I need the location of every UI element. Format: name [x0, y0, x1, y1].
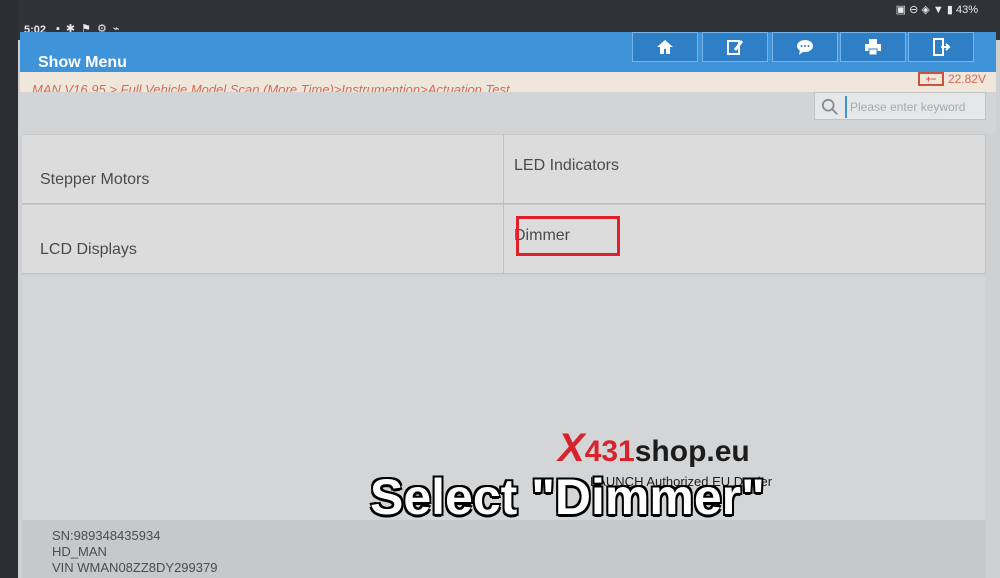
- page-title: Show Menu: [38, 54, 127, 71]
- print-button[interactable]: [840, 32, 906, 62]
- menu-item-lcd-displays[interactable]: LCD Displays: [22, 204, 504, 274]
- menu-item-label: LED Indicators: [514, 157, 619, 174]
- tablet-screen: 5:02 ▪✱⚑⚙⌁ ▣ ⊖ ◈ ▼ ▮ 43% Show Menu MAN V…: [18, 0, 1000, 578]
- highlight-box: [516, 216, 620, 256]
- vin-number: VIN WMAN08ZZ8DY299379: [52, 560, 218, 575]
- watermark-x: X: [558, 426, 585, 470]
- search-icon[interactable]: [821, 98, 839, 116]
- edit-button[interactable]: [702, 32, 768, 62]
- edit-icon: [727, 40, 743, 55]
- menu-item-led-indicators[interactable]: LED Indicators: [504, 134, 986, 204]
- watermark-logo: X 431 shop.eu: [558, 426, 750, 471]
- search-input[interactable]: [845, 96, 981, 118]
- signal-icon: ▣ ⊖ ◈ ▼ ▮: [895, 4, 953, 16]
- watermark-num: 431: [584, 435, 635, 468]
- vehicle-model: HD_MAN: [52, 544, 107, 559]
- exit-icon: [933, 38, 951, 56]
- battery-level: 43%: [955, 4, 978, 16]
- message-button[interactable]: [772, 32, 838, 62]
- message-icon: [797, 40, 813, 55]
- menu-item-stepper-motors[interactable]: Stepper Motors: [22, 134, 504, 204]
- menu-grid: Stepper Motors LED Indicators LCD Displa…: [22, 134, 986, 276]
- menu-item-label: Stepper Motors: [40, 171, 150, 188]
- status-right: ▣ ⊖ ◈ ▼ ▮ 43%: [896, 3, 978, 16]
- search-row: [20, 92, 996, 134]
- home-icon: [657, 40, 673, 54]
- search-box[interactable]: [814, 92, 986, 120]
- battery-voltage: +− 22.82V: [917, 72, 986, 86]
- print-icon: [865, 39, 881, 56]
- voltage-value: 22.82V: [947, 72, 986, 86]
- video-caption: Select "Dimmer": [370, 469, 765, 525]
- exit-button[interactable]: [908, 32, 974, 62]
- car-battery-icon: +−: [917, 72, 944, 86]
- menu-item-label: LCD Displays: [40, 241, 137, 258]
- home-button[interactable]: [632, 32, 698, 62]
- vehicle-info: SN:989348435934 HD_MAN VIN WMAN08ZZ8DY29…: [22, 520, 986, 578]
- watermark-shop: shop.eu: [634, 435, 750, 468]
